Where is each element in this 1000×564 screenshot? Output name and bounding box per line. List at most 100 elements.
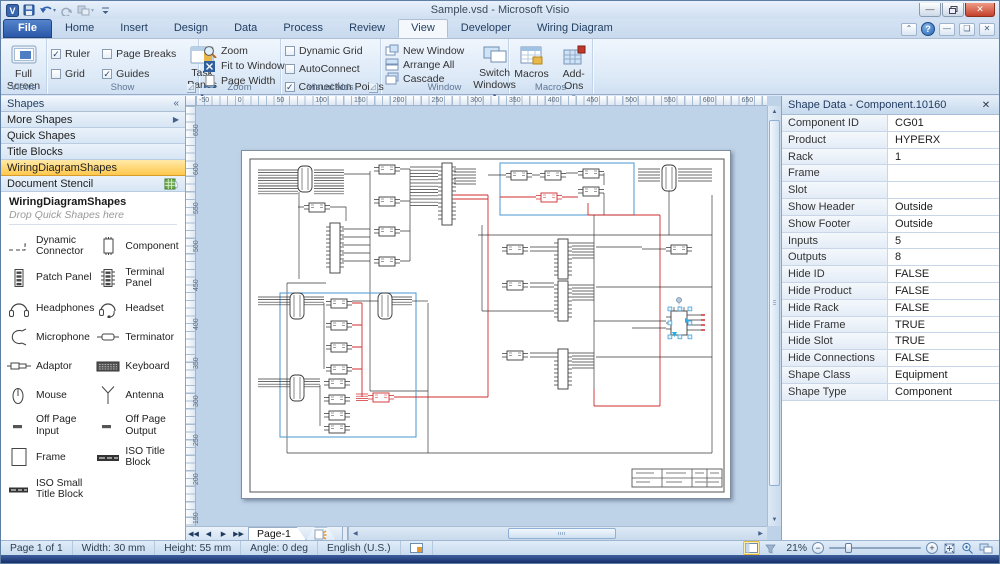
tab-data[interactable]: Data xyxy=(221,19,270,38)
prev-page-button[interactable]: ◀ xyxy=(201,527,216,540)
stencil-shape-frame[interactable]: Frame xyxy=(7,446,94,469)
shape-data-field-value[interactable]: FALSE xyxy=(888,266,999,282)
stencil-shape-antenna[interactable]: Antenna xyxy=(96,385,183,405)
stencil-shape-keyboard[interactable]: Keyboard xyxy=(96,356,183,376)
sidebar-item-document-stencil[interactable]: Document Stencil xyxy=(1,176,185,192)
zoom-slider-thumb[interactable] xyxy=(845,543,852,553)
doc-close-icon[interactable]: ✕ xyxy=(979,23,995,36)
zoom-slider[interactable] xyxy=(829,542,921,554)
shape-data-field-value[interactable]: 5 xyxy=(888,233,999,249)
wiring-diagram[interactable] xyxy=(242,151,732,500)
tab-review[interactable]: Review xyxy=(336,19,398,38)
stencil-shape-terminal-panel[interactable]: Terminal Panel xyxy=(96,267,183,290)
stencil-shape-adaptor[interactable]: Adaptor xyxy=(7,356,94,376)
shape-data-row-hide-frame[interactable]: Hide FrameTRUE xyxy=(782,317,999,334)
sidebar-item-title-blocks[interactable]: Title Blocks xyxy=(1,144,185,160)
presentation-mode-icon[interactable] xyxy=(765,543,776,554)
save-button[interactable] xyxy=(22,3,36,17)
shape-data-row-hide-slot[interactable]: Hide SlotTRUE xyxy=(782,333,999,350)
status-angle[interactable]: Angle: 0 deg xyxy=(241,541,318,555)
ribbon-button-arrange-all[interactable]: Arrange All xyxy=(385,58,464,71)
sidebar-item-more-shapes[interactable]: More Shapes▶ xyxy=(1,112,185,128)
shape-data-row-frame[interactable]: Frame xyxy=(782,165,999,182)
status-width[interactable]: Width: 30 mm xyxy=(73,541,156,555)
shape-data-row-product[interactable]: ProductHYPERX xyxy=(782,132,999,149)
tab-home[interactable]: Home xyxy=(52,19,107,38)
shape-data-row-component-id[interactable]: Component IDCG01 xyxy=(782,115,999,132)
last-page-button[interactable]: ▶▶ xyxy=(231,527,246,540)
status-english-u-s-[interactable]: English (U.S.) xyxy=(318,541,401,555)
shape-data-field-value[interactable]: FALSE xyxy=(888,300,999,316)
stencil-shape-patch-panel[interactable]: Patch Panel xyxy=(7,267,94,290)
zoom-percentage[interactable]: 21% xyxy=(781,543,807,554)
shapes-panel-header[interactable]: Shapes « xyxy=(1,96,185,112)
checkbox-grid[interactable]: Grid xyxy=(51,67,90,81)
shape-data-field-value[interactable]: Equipment xyxy=(888,367,999,383)
stencil-shape-mouse[interactable]: Mouse xyxy=(7,385,94,405)
visual-aids-dialog-launcher-icon[interactable]: ◿ xyxy=(369,84,378,93)
fit-page-button[interactable] xyxy=(943,543,956,554)
status-page-1-of-1[interactable]: Page 1 of 1 xyxy=(1,541,73,555)
ribbon-button-fit-to-window[interactable]: Fit to Window xyxy=(203,59,276,73)
scroll-right-icon[interactable]: ▶ xyxy=(754,527,767,540)
page-tab-page-1[interactable]: Page-1 xyxy=(248,527,306,540)
scroll-down-icon[interactable]: ▼ xyxy=(768,514,781,526)
stencil-shape-iso-small-title-block[interactable]: ISO Small Title Block xyxy=(7,478,94,501)
horizontal-ruler[interactable]: -500501001502002503003504004505005506006… xyxy=(196,96,767,106)
shape-data-row-hide-product[interactable]: Hide ProductFALSE xyxy=(782,283,999,300)
window-mode-icon[interactable] xyxy=(743,541,760,555)
shape-data-row-shape-class[interactable]: Shape ClassEquipment xyxy=(782,367,999,384)
stencil-shape-off-page-output[interactable]: Off Page Output xyxy=(96,414,183,437)
undo-button[interactable] xyxy=(39,3,57,17)
vertical-scroll-thumb[interactable] xyxy=(769,120,780,486)
collapse-panel-icon[interactable]: « xyxy=(173,98,179,109)
close-button[interactable]: ✕ xyxy=(965,3,995,17)
stencil-shape-microphone[interactable]: Microphone xyxy=(7,327,94,347)
status-height[interactable]: Height: 55 mm xyxy=(155,541,241,555)
ribbon-button-new-window[interactable]: New Window xyxy=(385,44,464,57)
redo-button[interactable] xyxy=(60,3,74,17)
sidebar-item-quick-shapes[interactable]: Quick Shapes xyxy=(1,128,185,144)
macro-record-icon[interactable] xyxy=(401,541,433,555)
shape-data-row-rack[interactable]: Rack1 xyxy=(782,149,999,166)
shape-data-row-hide-rack[interactable]: Hide RackFALSE xyxy=(782,300,999,317)
customize-qat-button[interactable] xyxy=(98,3,112,17)
shape-data-field-value[interactable]: Outside xyxy=(888,199,999,215)
shape-format-button[interactable] xyxy=(77,3,95,17)
shape-data-row-slot[interactable]: Slot xyxy=(782,182,999,199)
insert-page-button[interactable] xyxy=(306,527,336,540)
checkbox-guides[interactable]: ✓Guides xyxy=(102,67,176,81)
shape-data-field-value[interactable]: TRUE xyxy=(888,333,999,349)
tab-design[interactable]: Design xyxy=(161,19,221,38)
tab-process[interactable]: Process xyxy=(270,19,336,38)
zoom-window-button[interactable] xyxy=(961,542,974,554)
tab-file[interactable]: File xyxy=(3,19,52,38)
visio-app-icon[interactable]: V xyxy=(5,3,19,17)
stencil-shape-iso-title-block[interactable]: ISO Title Block xyxy=(96,446,183,469)
checkbox-dynamic-grid[interactable]: Dynamic Grid xyxy=(285,44,376,58)
stencil-shape-off-page-input[interactable]: Off Page Input xyxy=(7,414,94,437)
checkbox-autoconnect[interactable]: AutoConnect xyxy=(285,62,376,76)
drawing-page[interactable] xyxy=(241,150,731,499)
shape-data-row-show-header[interactable]: Show HeaderOutside xyxy=(782,199,999,216)
stencil-shape-headset[interactable]: Headset xyxy=(96,298,183,318)
shape-data-field-value[interactable] xyxy=(888,165,999,181)
vertical-ruler[interactable]: 650600550500450400350300250200150 xyxy=(186,106,196,526)
doc-restore-icon[interactable]: ❏ xyxy=(959,23,975,36)
tab-developer[interactable]: Developer xyxy=(448,19,524,38)
shape-data-field-value[interactable]: 1 xyxy=(888,149,999,165)
drawing-viewport[interactable] xyxy=(196,106,767,526)
show-dialog-launcher-icon[interactable]: ◿ xyxy=(187,84,196,93)
sidebar-item-wiringdiagramshapes[interactable]: WiringDiagramShapes xyxy=(1,160,185,176)
ribbon-button-zoom[interactable]: Zoom xyxy=(203,44,276,58)
shape-data-field-value[interactable] xyxy=(888,182,999,198)
horizontal-scroll-thumb[interactable] xyxy=(508,528,617,539)
shape-data-field-value[interactable]: FALSE xyxy=(888,283,999,299)
stencil-shape-dynamic-connector[interactable]: Dynamic Connector xyxy=(7,235,94,258)
next-page-button[interactable]: ▶ xyxy=(216,527,231,540)
collapse-ribbon-icon[interactable]: ⌃ xyxy=(901,23,917,36)
tab-wiring-diagram[interactable]: Wiring Diagram xyxy=(524,19,626,38)
minimize-button[interactable]: — xyxy=(919,3,941,17)
zoom-in-button[interactable]: + xyxy=(926,542,938,554)
help-icon[interactable]: ? xyxy=(921,22,935,36)
